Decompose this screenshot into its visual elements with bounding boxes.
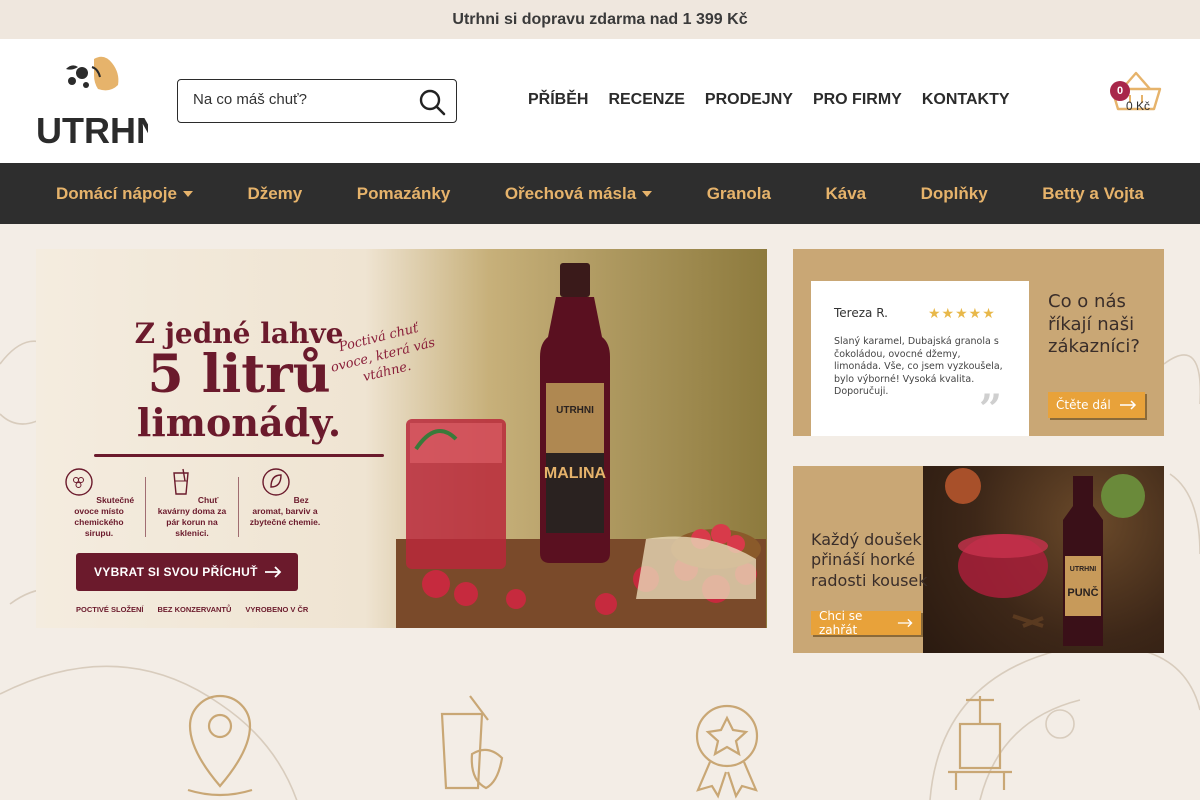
cart-button[interactable]: 0 0 Kč — [1108, 69, 1168, 149]
cart-total: 0 Kč — [1126, 99, 1151, 113]
punch-banner[interactable]: UTRHNI PUNČ Každý doušek přináší horké r… — [793, 466, 1164, 653]
button-label: Chci se zahřát — [819, 609, 863, 637]
arrow-right-icon — [1120, 400, 1137, 410]
category-kava[interactable]: Káva — [825, 184, 866, 204]
category-label: Ořechová másla — [504, 183, 637, 203]
free-shipping-text: Utrhni si dopravu zdarma nad 1 399 Kč — [452, 10, 748, 28]
category-domaci-napoje[interactable]: Domácí nápoje — [56, 184, 193, 204]
feature-text: Bez aromat, barviv a zbytečné chemie. — [249, 495, 321, 528]
category-dzemy[interactable]: Džemy — [247, 184, 302, 204]
nav-item-prodejny[interactable]: PRODEJNY — [705, 91, 793, 109]
location-pin-icon — [187, 694, 253, 797]
hero-underline — [94, 454, 384, 457]
feature-text: Skutečné ovoce místo chemického sirupu. — [74, 495, 135, 539]
values-icons-row — [187, 694, 1012, 799]
category-pomazanky[interactable]: Pomazánky — [357, 184, 451, 204]
category-label: Džemy — [247, 183, 303, 203]
reviewer-name: Tereza R. — [834, 306, 888, 320]
category-label: Doplňky — [920, 183, 988, 203]
quote-icon: ” — [979, 386, 1003, 433]
category-nav: Domácí nápoje Džemy Pomazánky Ořechová m… — [0, 163, 1200, 224]
rating-stars: ★★★★★ — [928, 305, 996, 321]
category-doplnky[interactable]: Doplňky — [921, 184, 988, 204]
badge-honest-ingredients: POCTIVÉ SLOŽENÍ — [76, 605, 144, 614]
category-granola[interactable]: Granola — [707, 184, 771, 204]
category-label: Betty a Vojta — [1042, 183, 1144, 203]
divider — [238, 477, 239, 537]
svg-text:UTRHNI: UTRHNI — [36, 110, 148, 151]
feature-text: Chuť kavárny doma za pár korun na skleni… — [157, 495, 227, 539]
category-label: Káva — [825, 183, 867, 203]
malina-bottle-image: UTRHNI MALINA — [540, 263, 610, 563]
utrhni-logo[interactable]: UTRHNI — [36, 51, 172, 151]
read-more-button[interactable]: Čtěte dál — [1048, 392, 1145, 418]
juice-glass-icon — [440, 695, 504, 790]
category-orechova-masla[interactable]: Ořechová másla — [504, 183, 653, 204]
nav-item-pro-firmy[interactable]: PRO FIRMY — [813, 91, 902, 109]
feature-no-chemistry: Bez aromat, barviv a zbytečné chemie. — [246, 467, 324, 539]
category-label: Granola — [706, 183, 771, 203]
arrow-right-icon — [897, 618, 913, 628]
customer-review-banner[interactable]: Tereza R. ★★★★★ Slaný karamel, Dubajská … — [793, 249, 1164, 436]
choose-flavor-button[interactable]: VYBRAT SI SVOU PŘÍCHUŤ — [76, 553, 298, 591]
cart-count-badge: 0 — [1110, 81, 1130, 101]
nav-item-recenze[interactable]: RECENZE — [608, 91, 684, 109]
award-star-icon — [695, 704, 759, 799]
hero-footer-badges: POCTIVÉ SLOŽENÍ BEZ KONZERVANTŮ VYROBENO… — [76, 605, 308, 614]
feature-cafe-taste: Chuť kavárny doma za pár korun na skleni… — [153, 467, 231, 539]
search-box[interactable] — [177, 79, 457, 123]
divider — [145, 477, 146, 537]
search-input[interactable] — [193, 91, 413, 108]
badge-made-in-cz: VYROBENO V ČR — [245, 605, 309, 614]
warm-up-button[interactable]: Chci se zahřát — [811, 609, 921, 637]
category-betty-a-vojta[interactable]: Betty a Vojta — [1042, 184, 1144, 204]
bottle-label: MALINA — [544, 465, 607, 482]
search-icon[interactable] — [418, 88, 446, 116]
caret-down-icon — [182, 190, 193, 197]
bottle-label: PUNČ — [1067, 586, 1098, 599]
cta-label: VYBRAT SI SVOU PŘÍCHUŤ — [94, 565, 258, 579]
fruit-press-icon — [948, 696, 1012, 790]
badge-no-preservatives: BEZ KONZERVANTŮ — [157, 605, 232, 614]
hero-line-3: limonády. — [136, 399, 342, 445]
free-shipping-bar: Utrhni si dopravu zdarma nad 1 399 Kč — [0, 0, 1200, 39]
caret-down-icon — [642, 190, 653, 197]
site-header: UTRHNI PŘÍBĚH RECENZE PRODEJNY PRO FIRMY… — [0, 39, 1200, 163]
bottle-brand: UTRHNI — [1070, 566, 1096, 573]
punch-headline: Každý doušek přináší horké radosti kouse… — [811, 530, 928, 590]
button-label: Čtěte dál — [1056, 398, 1111, 412]
main-content: Z jedné lahve 5 litrů limonády. Poctivá … — [0, 224, 1200, 800]
review-question: Co o nás říkají naši zákazníci? — [1048, 291, 1140, 357]
leaf-icon — [262, 468, 290, 496]
raspberry-icon — [65, 468, 93, 496]
main-nav: PŘÍBĚH RECENZE PRODEJNY PRO FIRMY KONTAK… — [528, 91, 1010, 109]
hero-features: Skutečné ovoce místo chemického sirupu. … — [60, 467, 324, 539]
nav-item-kontakty[interactable]: KONTAKTY — [922, 91, 1010, 109]
nav-item-pribeh[interactable]: PŘÍBĚH — [528, 91, 588, 109]
hero-banner-malina[interactable]: Z jedné lahve 5 litrů limonády. Poctivá … — [36, 249, 767, 628]
arrow-right-icon — [265, 566, 282, 578]
category-label: Pomazánky — [356, 183, 451, 203]
bottle-brand: UTRHNI — [556, 405, 594, 416]
glass-icon — [172, 468, 189, 495]
category-label: Domácí nápoje — [56, 183, 177, 203]
feature-real-fruit: Skutečné ovoce místo chemického sirupu. — [60, 467, 138, 539]
